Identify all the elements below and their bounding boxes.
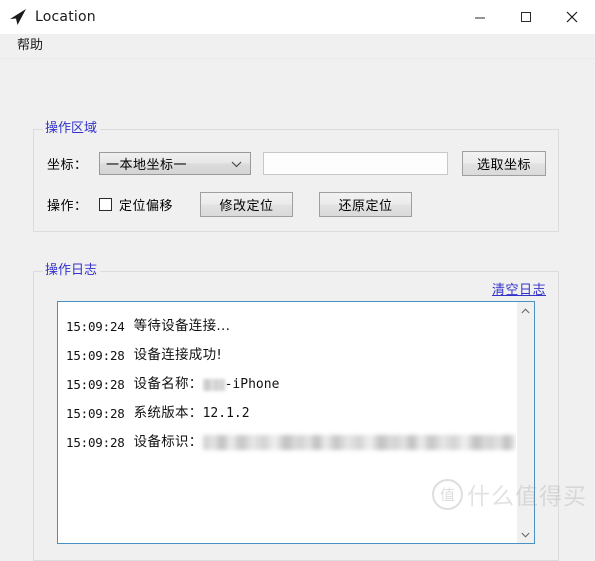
operation-log-group: 操作日志 清空日志 15:09:24 等待设备连接... 15:09:28 设备…	[33, 263, 559, 561]
log-text-area: 15:09:24 等待设备连接... 15:09:28 设备连接成功! 15:0…	[58, 302, 516, 543]
navigation-arrow-icon	[10, 8, 26, 25]
log-entry-suffix: -iPhone	[224, 377, 280, 392]
clear-log-link[interactable]: 清空日志	[492, 279, 546, 298]
redacted-device-name	[202, 378, 225, 391]
log-entry-time: 15:09:28	[66, 377, 125, 392]
modify-location-button[interactable]: 修改定位	[200, 192, 294, 217]
operation-area-title: 操作区域	[43, 121, 101, 136]
title-bar: Location	[0, 0, 595, 34]
coordinate-input[interactable]	[263, 152, 448, 175]
coordinate-select-value: 一本地坐标一	[106, 158, 188, 173]
close-button[interactable]	[549, 0, 595, 33]
checkbox-box-icon	[99, 198, 112, 211]
scroll-up-arrow-icon[interactable]	[517, 302, 534, 319]
menu-item-help[interactable]: 帮助	[8, 36, 52, 57]
window-controls	[457, 0, 595, 33]
menu-bar: 帮助	[0, 34, 595, 59]
window-title: Location	[35, 8, 96, 25]
log-entry-time: 15:09:24	[66, 319, 125, 334]
restore-location-button[interactable]: 还原定位	[319, 192, 413, 217]
log-entry-time: 15:09:28	[66, 348, 125, 363]
log-entry: 15:09:28 设备连接成功!	[66, 341, 516, 370]
scroll-down-arrow-icon[interactable]	[517, 526, 534, 543]
log-entry: 15:09:28 系统版本： 12.1.2	[66, 399, 516, 428]
scrollbar-track[interactable]	[517, 319, 534, 526]
maximize-button[interactable]	[503, 0, 549, 33]
log-entry-time: 15:09:28	[66, 435, 125, 450]
log-entry-message: 设备名称：	[133, 376, 203, 392]
log-entry-suffix: 12.1.2	[202, 406, 250, 421]
action-label: 操作：	[47, 199, 88, 214]
minimize-button[interactable]	[457, 0, 503, 33]
log-entry-message: 等待设备连接...	[133, 318, 231, 334]
log-entry-time: 15:09:28	[66, 406, 125, 421]
offset-checkbox-label: 定位偏移	[119, 199, 174, 214]
log-textbox[interactable]: 15:09:24 等待设备连接... 15:09:28 设备连接成功! 15:0…	[57, 301, 535, 544]
redacted-device-id	[202, 435, 516, 450]
chevron-down-icon	[231, 153, 242, 176]
log-entry: 15:09:28 设备名称： -iPhone	[66, 370, 516, 399]
operation-area-group: 操作区域 坐标： 一本地坐标一 选取坐标 操作： 定位偏移 修改定位 还原定位	[33, 121, 559, 232]
action-row: 操作： 定位偏移 修改定位 还原定位	[47, 192, 413, 217]
log-scrollbar[interactable]	[516, 302, 534, 543]
log-entry-message: 系统版本：	[133, 405, 203, 421]
log-entry-message: 设备连接成功!	[133, 347, 223, 363]
coordinate-label: 坐标：	[47, 158, 88, 173]
log-entry-message: 设备标识：	[133, 434, 203, 450]
coordinate-row: 坐标： 一本地坐标一	[47, 152, 448, 175]
log-entry: 15:09:28 设备标识：	[66, 428, 516, 457]
log-entry: 15:09:24 等待设备连接...	[66, 312, 516, 341]
coordinate-select[interactable]: 一本地坐标一	[99, 152, 251, 175]
pick-coordinate-button[interactable]: 选取坐标	[462, 151, 546, 176]
offset-checkbox[interactable]: 定位偏移	[99, 195, 173, 214]
operation-log-title: 操作日志	[43, 263, 101, 278]
